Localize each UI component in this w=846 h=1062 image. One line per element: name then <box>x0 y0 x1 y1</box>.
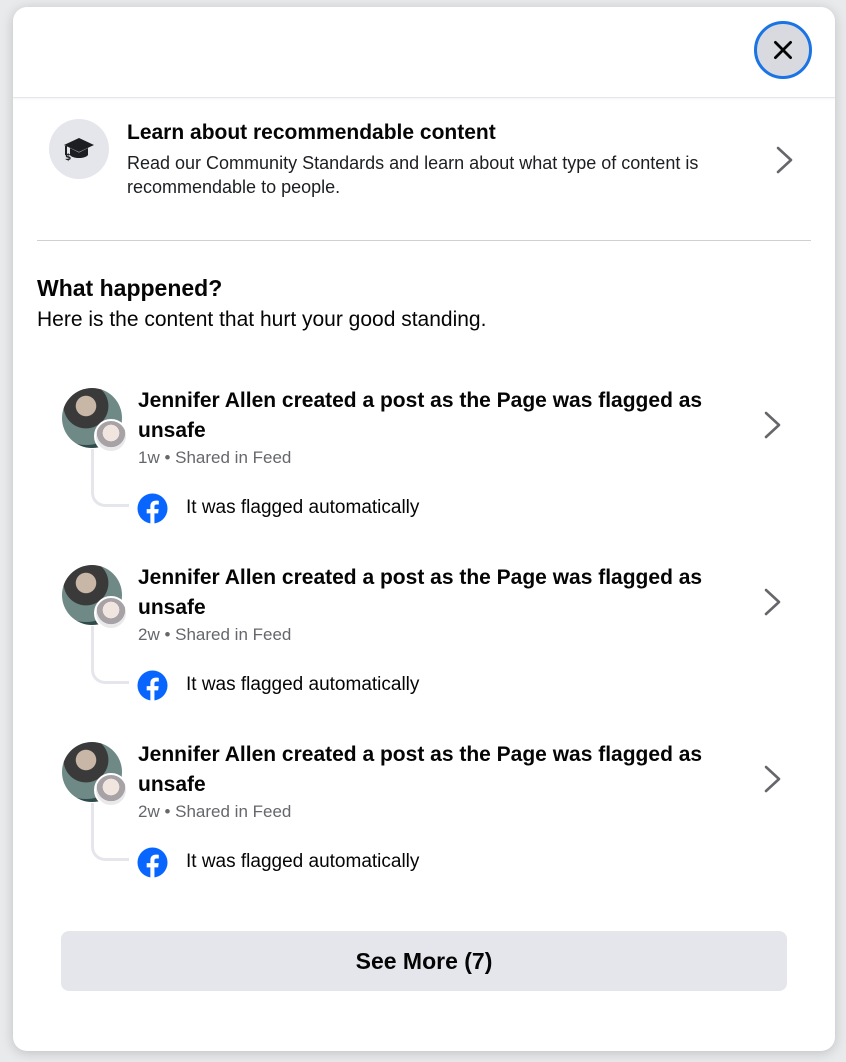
modal-dialog: $ Learn about recommendable content Read… <box>13 7 835 1051</box>
flag-reason: It was flagged automatically <box>186 674 420 695</box>
flag-reason: It was flagged automatically <box>186 851 420 872</box>
close-button[interactable] <box>754 21 812 79</box>
flagged-content-item: Jennifer Allen created a post as the Pag… <box>13 734 835 904</box>
flagged-content-item: Jennifer Allen created a post as the Pag… <box>13 380 835 550</box>
flagged-post-meta: 2w • Shared in Feed <box>138 625 292 644</box>
flagged-post-meta: 2w • Shared in Feed <box>138 802 292 821</box>
avatar-badge <box>94 596 128 630</box>
learn-title: Learn about recommendable content <box>127 121 496 144</box>
flag-reason: It was flagged automatically <box>186 497 420 518</box>
flagged-post-title: Jennifer Allen created a post as the Pag… <box>138 743 703 796</box>
facebook-logo-icon <box>137 670 168 701</box>
chevron-right-icon <box>764 588 781 616</box>
section-subtitle: Here is the content that hurt your good … <box>37 308 487 331</box>
flagged-post-link[interactable]: Jennifer Allen created a post as the Pag… <box>49 380 789 472</box>
flagged-post-link[interactable]: Jennifer Allen created a post as the Pag… <box>49 734 789 826</box>
chevron-right-icon <box>776 146 793 174</box>
modal-header <box>13 7 835 98</box>
section-title: What happened? <box>37 275 223 301</box>
thread-connector <box>91 449 129 507</box>
avatar-badge <box>94 773 128 807</box>
svg-text:$: $ <box>65 153 71 163</box>
chevron-right-icon <box>764 765 781 793</box>
flagged-post-title: Jennifer Allen created a post as the Pag… <box>138 566 703 619</box>
thread-connector <box>91 803 129 861</box>
flagged-post-link[interactable]: Jennifer Allen created a post as the Pag… <box>49 557 789 649</box>
see-more-button[interactable]: See More (7) <box>61 931 787 991</box>
avatar-badge <box>94 419 128 453</box>
flagged-post-title: Jennifer Allen created a post as the Pag… <box>138 389 703 442</box>
learn-recommendable-content-link[interactable]: $ Learn about recommendable content Read… <box>37 111 813 207</box>
divider <box>37 240 811 241</box>
flagged-post-meta: 1w • Shared in Feed <box>138 448 292 467</box>
facebook-logo-icon <box>137 493 168 524</box>
learn-description: Read our Community Standards and learn a… <box>127 153 699 197</box>
close-icon <box>774 41 792 59</box>
graduation-cap-icon: $ <box>49 119 109 179</box>
thread-connector <box>91 626 129 684</box>
flagged-content-item: Jennifer Allen created a post as the Pag… <box>13 557 835 727</box>
facebook-logo-icon <box>137 847 168 878</box>
chevron-right-icon <box>764 411 781 439</box>
